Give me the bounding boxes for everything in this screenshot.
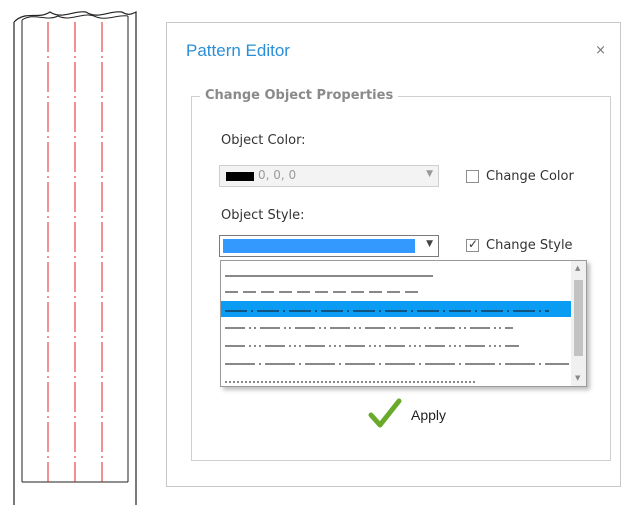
object-style-label: Object Style:: [221, 208, 305, 223]
color-swatch: [226, 172, 254, 181]
object-color-label: Object Color:: [221, 133, 306, 148]
style-option-long-dash-dot[interactable]: [221, 355, 571, 371]
change-style-label: Change Style: [486, 238, 573, 253]
pattern-preview: [13, 11, 137, 505]
scroll-up-icon[interactable]: ▲: [575, 264, 580, 272]
chevron-down-icon: ▼: [426, 169, 433, 179]
change-color-checkbox[interactable]: [466, 170, 479, 183]
pattern-editor-dialog: Pattern Editor × Change Object Propertie…: [166, 22, 621, 487]
dropdown-scrollbar[interactable]: ▲ ▼: [571, 261, 586, 386]
style-option-solid[interactable]: [221, 267, 571, 283]
close-icon[interactable]: ×: [595, 43, 606, 58]
style-option-dash-dot[interactable]: [221, 301, 571, 317]
dialog-title: Pattern Editor: [186, 41, 290, 60]
apply-label: Apply: [411, 407, 447, 423]
style-option-dashed[interactable]: [221, 283, 571, 299]
chevron-down-icon: ▼: [426, 239, 433, 249]
style-option-dotted[interactable]: [221, 373, 571, 386]
change-style-checkbox[interactable]: ✓: [466, 237, 479, 252]
change-color-label: Change Color: [486, 169, 574, 184]
object-style-select[interactable]: ▼: [219, 235, 439, 257]
apply-button[interactable]: Apply: [367, 398, 457, 432]
checkmark-icon: ✓: [468, 237, 479, 251]
selected-style-swatch: [223, 239, 415, 253]
style-dropdown-list[interactable]: ▲ ▼: [220, 260, 587, 387]
style-option-dash-dot-dot-dot[interactable]: [221, 337, 571, 353]
object-color-select[interactable]: 0, 0, 0 ▼: [219, 165, 439, 187]
check-icon: [368, 398, 402, 428]
group-title: Change Object Properties: [200, 88, 399, 103]
style-option-dash-dot-dot[interactable]: [221, 319, 571, 335]
color-value: 0, 0, 0: [258, 168, 297, 182]
scroll-down-icon[interactable]: ▼: [575, 374, 580, 382]
scrollbar-thumb[interactable]: [574, 280, 583, 356]
